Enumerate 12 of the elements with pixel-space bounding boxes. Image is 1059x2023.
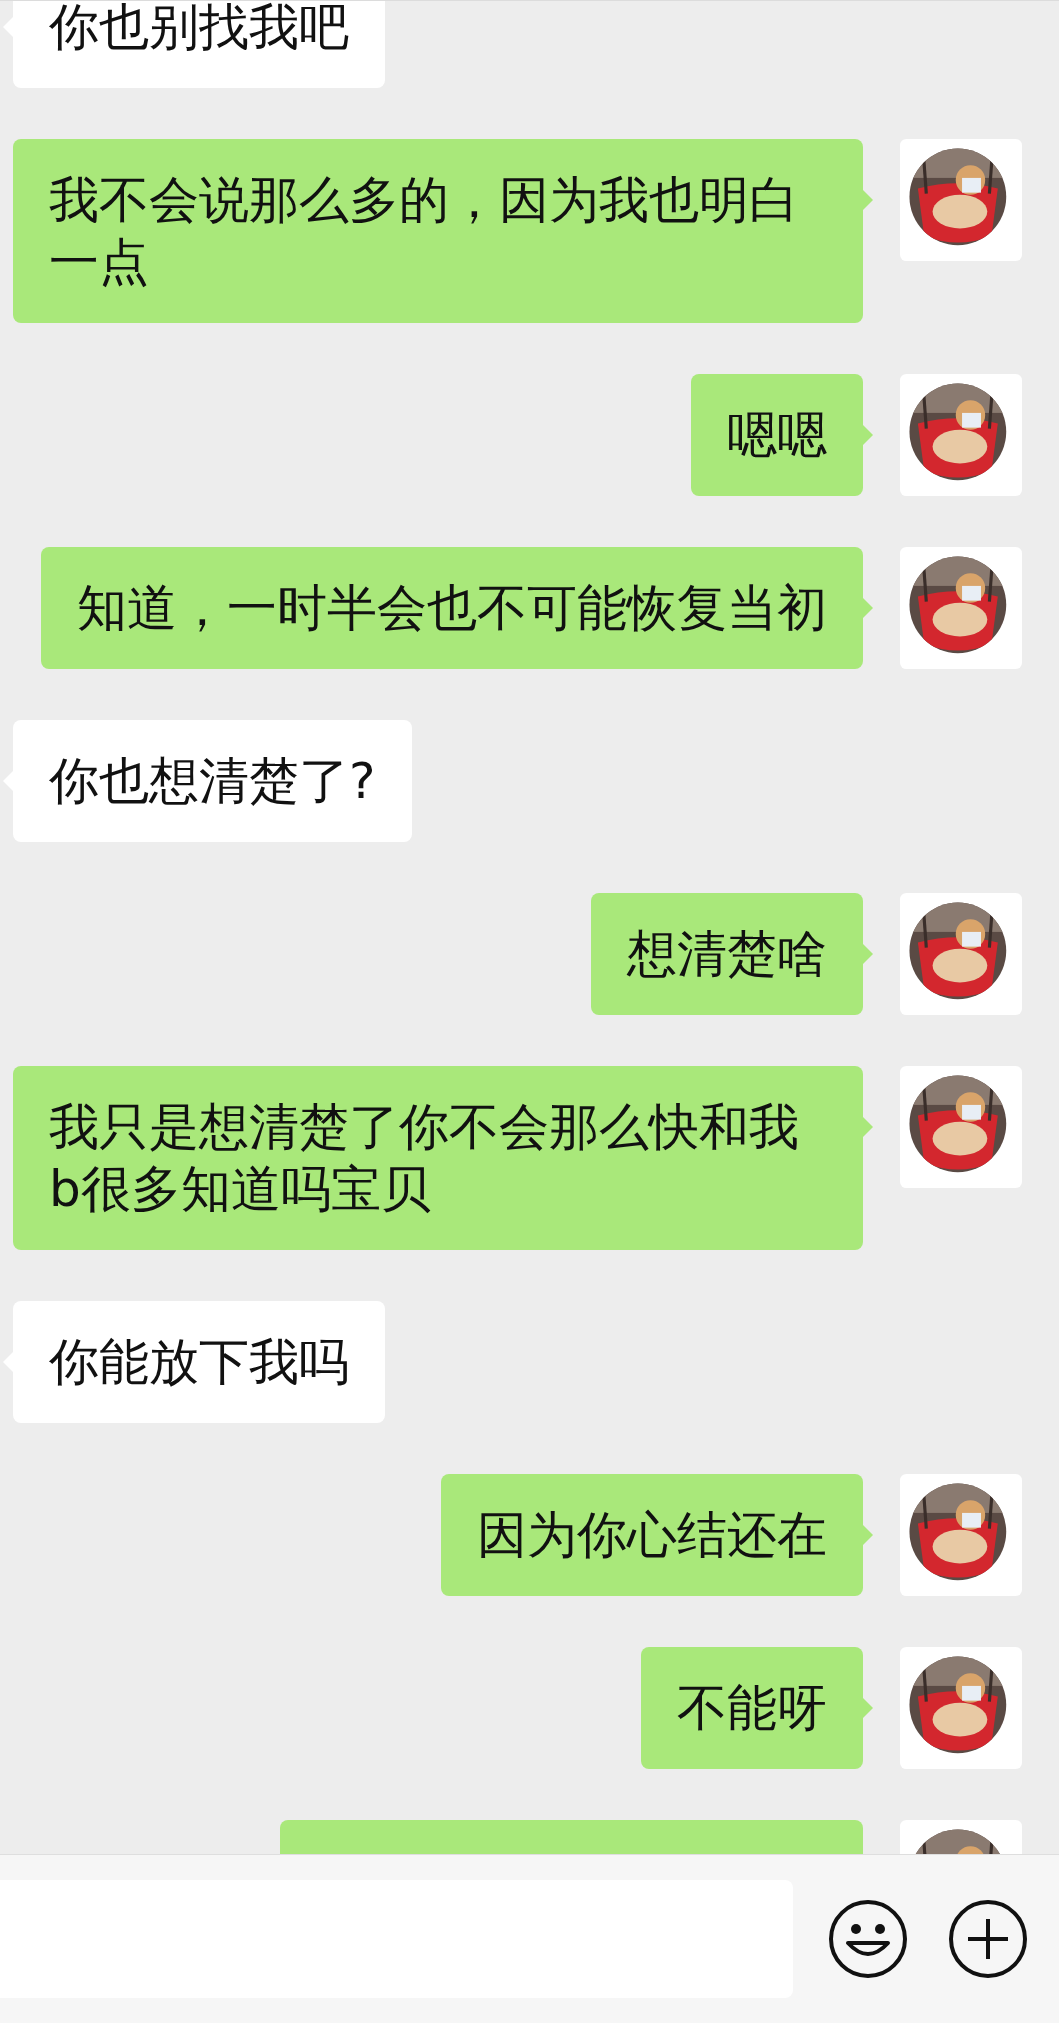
message-text: 我只是想清楚了你不会那么快和我b很多知道吗宝贝: [49, 1097, 800, 1220]
message-text: 你也别找我吧: [49, 1, 349, 58]
message-text: 我不会说那么多的，因为我也明白一点: [49, 170, 800, 293]
message-text: 你能放下我吗: [49, 1332, 349, 1393]
message-text: 嗯嗯: [727, 405, 827, 466]
smiley-icon[interactable]: [828, 1899, 908, 1979]
plus-icon[interactable]: [948, 1899, 1028, 1979]
message-text: 想清楚啥: [627, 924, 827, 985]
message-text: 知道，一时半会也不可能恢复当初: [77, 578, 827, 639]
message-text: 你也想清楚了?: [49, 751, 376, 812]
message-text: 因为你心结还在: [477, 1505, 827, 1566]
message-text: 不能呀: [677, 1678, 827, 1739]
